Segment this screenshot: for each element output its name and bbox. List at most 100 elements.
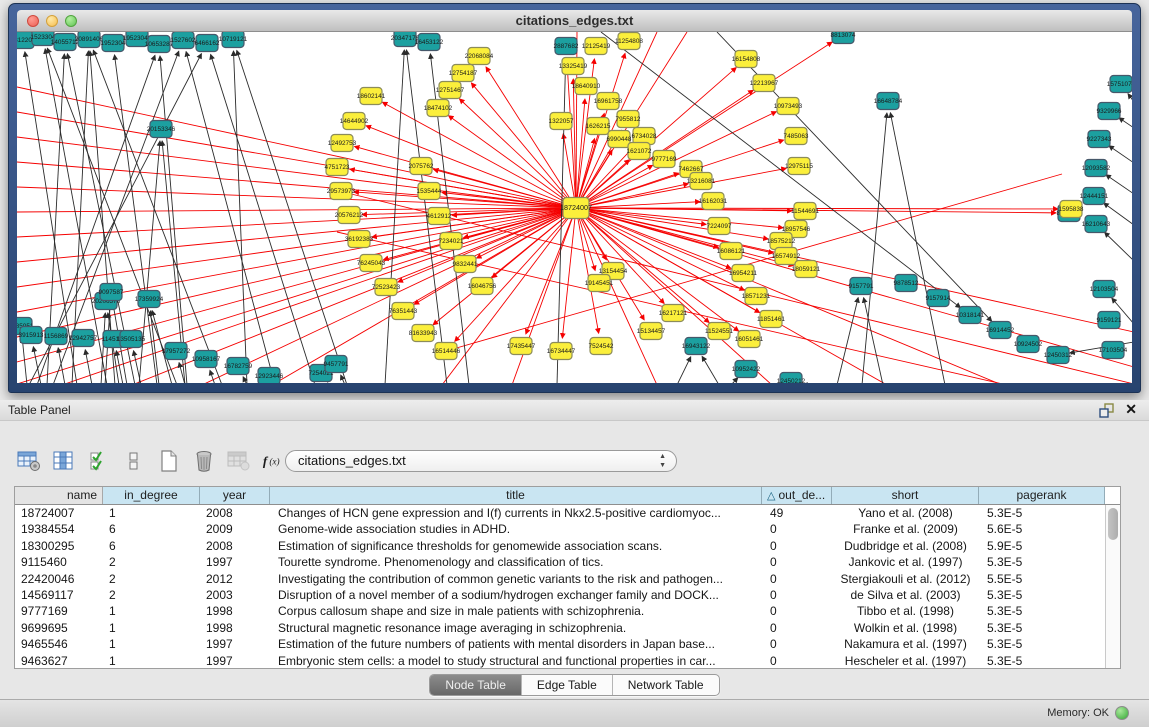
graph-node[interactable]: 11524551 — [705, 323, 733, 340]
graph-node[interactable]: 17435447 — [507, 338, 536, 355]
graph-node[interactable]: 9227343 — [1087, 131, 1112, 148]
table-row[interactable]: 969969511998Structural magnetic resonanc… — [15, 620, 1105, 636]
graph-node[interactable]: 29573973 — [327, 183, 356, 200]
graph-node[interactable]: 16514446 — [432, 343, 461, 360]
graph-node[interactable]: 16943122 — [682, 338, 711, 355]
graph-node[interactable]: 9457791 — [324, 356, 349, 373]
graph-node[interactable]: 15751074 — [1107, 76, 1132, 93]
graph-node[interactable]: 10973493 — [774, 98, 803, 115]
graph-node[interactable]: 16154808 — [732, 51, 761, 68]
graph-node[interactable]: 2887682 — [554, 38, 579, 55]
new-table-button[interactable] — [156, 447, 182, 475]
graph-node[interactable]: 36192383 — [345, 231, 374, 248]
graph-node[interactable]: 10924502 — [1014, 336, 1043, 353]
table-row[interactable]: 946554611997Estimation of the future num… — [15, 636, 1105, 652]
graph-node[interactable]: 9878512 — [894, 275, 919, 292]
graph-node[interactable]: 6466162 — [195, 35, 220, 52]
graph-node[interactable]: 4612912 — [427, 208, 452, 225]
import-table-button[interactable] — [226, 447, 252, 475]
graph-node[interactable]: 18571231 — [742, 288, 771, 305]
tab-node-table[interactable]: Node Table — [430, 675, 521, 695]
graph-node[interactable]: 7485063 — [784, 128, 809, 145]
graph-node[interactable]: 12975115 — [785, 158, 813, 175]
graph-node[interactable]: 12125419 — [582, 38, 611, 55]
graph-node[interactable]: 2075762 — [409, 158, 434, 175]
graph-node[interactable]: 10719121 — [219, 32, 248, 48]
graph-node[interactable]: 10952422 — [732, 361, 761, 378]
tab-network-table[interactable]: Network Table — [612, 675, 719, 695]
graph-node[interactable]: 16162031 — [699, 193, 728, 210]
table-source-dropdown[interactable]: citations_edges.txt ▲▼ — [285, 450, 677, 472]
graph-node[interactable]: 16961758 — [594, 93, 623, 110]
graph-node[interactable]: 76245043 — [357, 255, 386, 272]
graph-node[interactable]: 81633943 — [409, 325, 438, 342]
table-row[interactable]: 1830029562008Estimation of significance … — [15, 538, 1105, 554]
vertical-scrollbar[interactable] — [1105, 505, 1120, 668]
graph-node[interactable]: 16210643 — [1082, 216, 1111, 233]
close-window-button[interactable] — [27, 15, 39, 27]
graph-node[interactable]: 72523423 — [372, 279, 401, 296]
graph-node[interactable]: 12450312 — [1044, 347, 1073, 364]
graph-node[interactable]: 19145451 — [585, 275, 614, 292]
graph-node[interactable]: 12923446 — [255, 368, 284, 384]
graph-node[interactable]: 12754187 — [449, 65, 478, 82]
graph-node[interactable]: 1322057 — [549, 113, 574, 130]
tab-edge-table[interactable]: Edge Table — [521, 675, 612, 695]
graph-node[interactable]: 1626215 — [586, 118, 611, 135]
float-window-icon[interactable] — [1099, 403, 1115, 418]
table-row[interactable]: 1872400712008Changes of HCN gene express… — [15, 505, 1105, 521]
graph-node[interactable]: 12093582 — [1082, 160, 1111, 177]
graph-node[interactable]: 16046756 — [468, 278, 497, 295]
column-header-short[interactable]: short — [832, 487, 979, 504]
select-columns-button[interactable] — [86, 447, 112, 475]
graph-node[interactable]: 1527602 — [171, 32, 196, 49]
close-panel-icon[interactable]: ✕ — [1125, 401, 1137, 418]
graph-node[interactable]: 17359924 — [135, 291, 164, 308]
graph-node[interactable]: 10958167 — [192, 351, 221, 368]
graph-node[interactable]: 18059121 — [792, 261, 821, 278]
graph-node[interactable]: 9329966 — [1097, 103, 1122, 120]
table-row[interactable]: 946362711997Embryonic stem cells: a mode… — [15, 653, 1105, 669]
graph-node[interactable]: 4751723 — [325, 159, 350, 176]
graph-node[interactable]: 76351443 — [389, 303, 418, 320]
graph-node[interactable]: 9097587 — [99, 284, 124, 301]
column-header-out_de[interactable]: △out_de... — [762, 487, 832, 504]
graph-node[interactable]: 17957272 — [162, 343, 191, 360]
graph-node[interactable]: 7524542 — [589, 338, 614, 355]
graph-node[interactable]: 13216081 — [687, 173, 716, 190]
function-builder-button[interactable]: f (x) — [261, 447, 287, 475]
graph-node[interactable]: 20891406 — [75, 32, 104, 48]
graph-node[interactable]: 7234021 — [439, 233, 464, 250]
graph-node[interactable]: 16734447 — [547, 343, 576, 360]
graph-node[interactable]: 1535444 — [417, 183, 442, 200]
graph-node[interactable]: 11544691 — [791, 203, 819, 220]
graph-node[interactable]: 16782759 — [224, 358, 253, 375]
column-header-year[interactable]: year — [200, 487, 270, 504]
graph-node[interactable]: 12213967 — [750, 75, 779, 92]
graph-node[interactable]: 1595838 — [1059, 201, 1084, 218]
graph-node[interactable]: 10318141 — [956, 307, 985, 324]
graph-node[interactable]: 15134457 — [637, 323, 666, 340]
row-height-button[interactable] — [121, 447, 147, 475]
column-header-title[interactable]: title — [270, 487, 762, 504]
graph-node[interactable]: 16453122 — [415, 34, 444, 51]
graph-node[interactable]: 10653287 — [145, 36, 174, 53]
table-row[interactable]: 977716911998Corpus callosum shape and si… — [15, 603, 1105, 619]
minimize-window-button[interactable] — [46, 15, 58, 27]
table-row[interactable]: 1456911722003Disruption of a novel membe… — [15, 587, 1105, 603]
graph-node[interactable]: 9777169 — [652, 151, 677, 168]
graph-node[interactable]: 7955812 — [616, 111, 641, 128]
graph-node[interactable]: 12942757 — [69, 330, 98, 347]
graph-node[interactable]: 17103504 — [1099, 342, 1128, 359]
graph-node[interactable]: 1156869 — [44, 328, 69, 345]
graph-node[interactable]: 22068084 — [465, 48, 494, 65]
graph-node[interactable]: 18474102 — [424, 100, 453, 117]
graph-node[interactable]: 9157791 — [849, 278, 874, 295]
graph-node[interactable]: 12751467 — [436, 82, 465, 99]
graph-node[interactable]: 14644902 — [340, 113, 369, 130]
graph-node[interactable]: 9159121 — [1097, 312, 1122, 329]
memory-status-icon[interactable] — [1115, 706, 1129, 720]
graph-node[interactable]: 12444151 — [1080, 188, 1109, 205]
graph-node[interactable]: 16914452 — [986, 322, 1015, 339]
table-column-button[interactable] — [51, 447, 77, 475]
